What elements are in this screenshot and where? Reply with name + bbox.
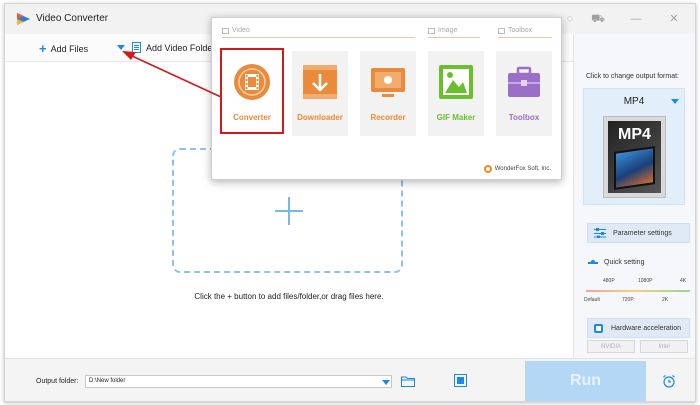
output-settings-panel: Click to change output format: MP4 MP4 P…: [573, 34, 695, 358]
nvidia-toggle[interactable]: NVIDIA: [587, 340, 635, 353]
section-divider-video: [222, 37, 415, 38]
gif-maker-icon: [439, 65, 473, 99]
output-settings-icon[interactable]: [454, 374, 467, 387]
nvidia-label: NVIDIA: [600, 343, 621, 350]
bottom-bar: Output folder: D:\New folder Run: [5, 358, 695, 401]
tile-downloader[interactable]: Downloader: [292, 51, 348, 136]
quick-setting-header: Quick setting: [588, 259, 644, 266]
tile-toolbox[interactable]: Toolbox: [496, 51, 552, 136]
alarm-clock-icon[interactable]: [662, 374, 676, 388]
output-folder-input[interactable]: D:\New folder: [85, 375, 392, 388]
close-icon[interactable]: ✕: [666, 12, 682, 26]
minimize-icon[interactable]: —: [628, 12, 644, 26]
tile-recorder-label: Recorder: [370, 113, 406, 122]
tick-720p: 720P: [622, 297, 634, 303]
tick-4k: 4K: [680, 278, 687, 284]
open-folder-icon[interactable]: [401, 375, 415, 387]
plus-icon: +: [39, 41, 47, 56]
feature-menu-popup: Video Image Toolbox Converter Downloader…: [211, 17, 562, 180]
downloader-icon: [303, 65, 337, 99]
tile-toolbox-label: Toolbox: [508, 113, 540, 122]
sliders-icon: [594, 228, 606, 238]
help-icon[interactable]: ◌: [562, 12, 578, 26]
section-toolbox-label: Toolbox: [508, 27, 533, 34]
quick-setting-icon: [588, 259, 598, 264]
drop-hint: Click the + button to add files/folder,o…: [194, 292, 384, 301]
run-button[interactable]: Run: [525, 361, 646, 401]
tick-default: Default: [584, 297, 600, 303]
tile-recorder[interactable]: Recorder: [360, 51, 416, 136]
section-image: Image: [428, 27, 457, 34]
parameter-settings-label: Parameter settings: [613, 229, 672, 237]
section-video: Video: [222, 27, 250, 34]
parameter-settings-button[interactable]: Parameter settings: [587, 223, 690, 243]
chip-icon: [594, 323, 603, 333]
tile-downloader-label: Downloader: [297, 113, 343, 122]
video-section-icon: [222, 27, 229, 34]
add-files-dropdown-icon[interactable]: [117, 45, 125, 50]
section-divider-toolbox: [498, 37, 552, 38]
output-folder-label: Output folder:: [36, 378, 79, 385]
hardware-acceleration-label: Hardware acceleration: [611, 324, 682, 332]
tick-1080p: 1080P: [638, 278, 653, 284]
intel-label: Intel: [658, 343, 670, 350]
section-image-label: Image: [438, 27, 458, 34]
film-strip-image: [614, 146, 655, 190]
section-divider-image: [428, 37, 480, 38]
tile-gif-maker[interactable]: GIF Maker: [428, 51, 484, 136]
change-format-label: Click to change output format:: [586, 73, 679, 80]
image-section-icon: [428, 27, 435, 34]
quality-slider[interactable]: [586, 290, 690, 292]
output-folder-dropdown-icon[interactable]: [382, 380, 390, 385]
toolbox-section-icon: [498, 27, 505, 34]
toolbox-icon: [508, 66, 540, 97]
brand-credit: WonderFox Soft, Inc.: [483, 165, 551, 173]
section-video-label: Video: [232, 27, 250, 34]
add-plus-icon-vertical: [288, 197, 290, 225]
hardware-acceleration-button[interactable]: Hardware acceleration: [587, 318, 690, 338]
add-video-folder-button[interactable]: Add Video Folder: [132, 42, 215, 53]
recorder-icon: [371, 68, 405, 97]
format-art-text: MP4: [618, 126, 651, 143]
add-files-button[interactable]: + Add Files: [39, 42, 88, 56]
intel-toggle[interactable]: Intel: [640, 340, 688, 353]
quick-setting-label: Quick setting: [604, 259, 645, 266]
file-folder-icon: [132, 42, 141, 53]
window-title: Video Converter: [36, 13, 109, 24]
section-toolbox: Toolbox: [498, 27, 532, 34]
format-name: MP4: [623, 96, 645, 107]
add-video-folder-label: Add Video Folder: [146, 42, 216, 53]
app-logo-icon: [17, 13, 30, 25]
wonderfox-logo-icon: [483, 165, 492, 173]
mp4-format-icon: MP4: [603, 116, 666, 198]
brand-text: WonderFox Soft, Inc.: [494, 166, 551, 172]
converter-highlight-box: [220, 48, 284, 134]
tick-480p: 480P: [603, 278, 615, 284]
cart-icon[interactable]: ⛟: [590, 12, 606, 26]
add-files-label: Add Files: [50, 44, 89, 54]
output-format-selector[interactable]: MP4 MP4: [583, 88, 685, 205]
tile-gif-maker-label: GIF Maker: [436, 113, 476, 122]
tick-2k: 2K: [662, 297, 669, 303]
format-dropdown-icon: [671, 99, 679, 104]
